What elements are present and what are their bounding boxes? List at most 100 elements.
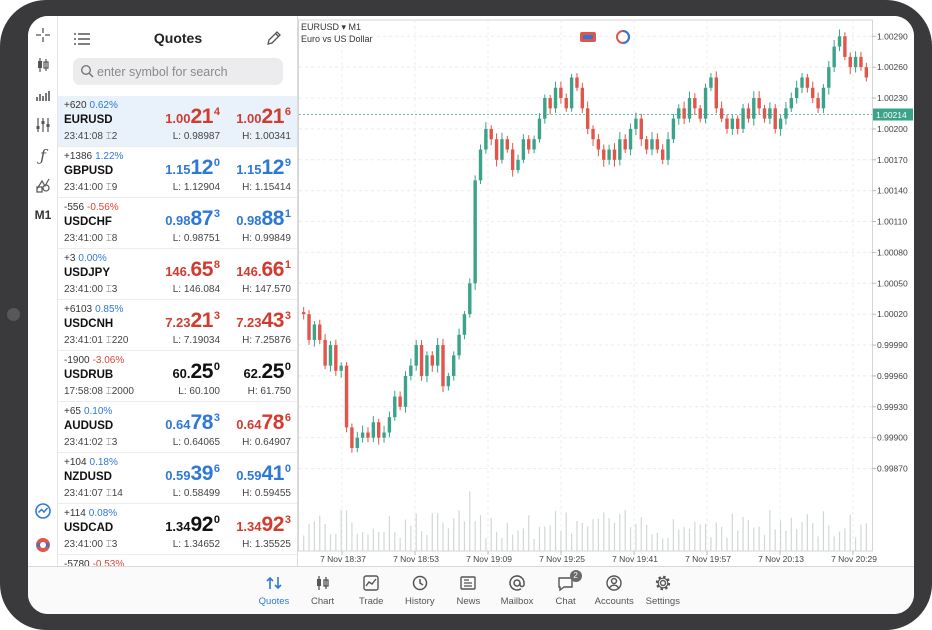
page-title: Quotes bbox=[153, 30, 203, 46]
indicators-icon[interactable] bbox=[31, 84, 55, 106]
candle-body bbox=[473, 180, 477, 284]
crosshair-icon[interactable] bbox=[31, 24, 55, 46]
low-price: L: 1.34652 bbox=[172, 539, 220, 550]
candle-body bbox=[623, 139, 627, 150]
spread-value: 220 bbox=[111, 335, 129, 346]
tab-mailbox[interactable]: Mailbox bbox=[493, 567, 541, 614]
candle-body bbox=[521, 139, 526, 160]
change-points: +620 0.62% bbox=[64, 100, 118, 111]
objects-icon[interactable] bbox=[31, 174, 55, 196]
bid-price[interactable]: 7.23213 bbox=[154, 309, 220, 333]
candle-body bbox=[628, 128, 633, 150]
tab-chat[interactable]: 2 Chat bbox=[542, 567, 590, 614]
ask-price[interactable]: 1.34923 bbox=[225, 513, 291, 537]
symbol-name: AUDUSD bbox=[64, 420, 114, 432]
pencil-icon[interactable] bbox=[266, 30, 282, 46]
symbol-name: USDJPY bbox=[64, 267, 111, 279]
ask-price[interactable]: 0.59410 bbox=[225, 462, 291, 486]
bid-price[interactable]: 146.658 bbox=[154, 258, 220, 282]
candle-body bbox=[435, 345, 440, 366]
ask-price[interactable]: 0.98881 bbox=[225, 207, 291, 231]
tab-history[interactable]: History bbox=[396, 567, 444, 614]
candle-body bbox=[409, 365, 413, 376]
function-icon[interactable]: ƒ bbox=[31, 144, 55, 166]
chart-symbol[interactable]: EURUSD ▾ M1 bbox=[301, 22, 361, 33]
bid-price[interactable]: 1.00214 bbox=[154, 105, 220, 129]
candle-body bbox=[468, 283, 472, 315]
candle-body bbox=[457, 334, 461, 356]
candle-body bbox=[527, 139, 531, 150]
candle-body bbox=[328, 345, 333, 366]
change-percent: -0.53% bbox=[92, 559, 125, 566]
candlestick-chart[interactable]: 1.00290 1.00260 1.00230 1.00200 1.00170 1.001… bbox=[298, 16, 914, 566]
candle-body bbox=[478, 149, 483, 181]
candle-body bbox=[789, 98, 794, 109]
candle-body bbox=[575, 77, 579, 88]
change-points: +6103 0.85% bbox=[64, 304, 124, 315]
bid-price[interactable]: 0.64783 bbox=[154, 411, 220, 435]
home-button[interactable] bbox=[7, 308, 20, 321]
candle-body bbox=[827, 67, 831, 88]
depth-of-market-icon[interactable] bbox=[616, 30, 632, 44]
quote-row[interactable]: +6103 0.85% USDCNH 23:41:01 ⌶220 7.23213 7.23… bbox=[58, 300, 297, 351]
bid-price[interactable]: 60.250 bbox=[154, 360, 220, 384]
quote-row[interactable]: -556 -0.56% USDCHF 23:41:00 ⌶8 0.98873 0.9888… bbox=[58, 198, 297, 249]
ask-price[interactable]: 7.23433 bbox=[225, 309, 291, 333]
bid-price[interactable]: 1.34920 bbox=[154, 513, 220, 537]
change-points: -1900 -3.06% bbox=[64, 355, 125, 366]
symbol-name: USDRUB bbox=[64, 369, 114, 381]
spread-value: 2000 bbox=[111, 386, 134, 397]
market-watch-icon[interactable] bbox=[31, 500, 55, 522]
quote-row[interactable]: -1900 -3.06% USDRUB 17:58:08 ⌶2000 60.250 62.… bbox=[58, 351, 297, 402]
x-tick-label: 7 Nov 19:25 bbox=[539, 554, 585, 564]
bid-price[interactable]: 0.59396 bbox=[154, 462, 220, 486]
y-tick-label: 0.99930 bbox=[877, 402, 908, 412]
symbol-name: USDCAD bbox=[64, 522, 114, 534]
candlestick-icon[interactable] bbox=[31, 54, 55, 76]
tab-settings[interactable]: Settings bbox=[639, 567, 687, 614]
quote-row[interactable]: +1386 1.22% GBPUSD 23:41:00 ⌶9 1.15120 1.1512… bbox=[58, 147, 297, 198]
x-tick-label: 7 Nov 19:09 bbox=[466, 554, 512, 564]
change-percent: 1.22% bbox=[95, 151, 124, 162]
tab-quotes[interactable]: Quotes bbox=[250, 567, 298, 614]
tablet-frame: ƒ M1 Quotes enter symbol for search +620… bbox=[0, 0, 932, 630]
quote-row[interactable]: +114 0.08% USDCAD 23:41:00 ⌶3 1.34920 1.34923… bbox=[58, 504, 297, 555]
candle-body bbox=[462, 314, 467, 335]
one-click-panel-icon[interactable] bbox=[580, 30, 596, 44]
chart-area[interactable]: 1.00290 1.00260 1.00230 1.00200 1.00170 1.001… bbox=[298, 16, 914, 566]
ask-price[interactable]: 0.64786 bbox=[225, 411, 291, 435]
bid-price[interactable]: 1.15120 bbox=[154, 156, 220, 180]
sliders-icon[interactable] bbox=[31, 114, 55, 136]
quote-time: 23:41:02 ⌶3 bbox=[64, 437, 118, 448]
bid-price[interactable]: 0.98873 bbox=[154, 207, 220, 231]
one-click-trading-icon[interactable] bbox=[31, 534, 55, 556]
quote-time: 23:41:00 ⌶3 bbox=[64, 284, 118, 295]
ask-price[interactable]: 1.00216 bbox=[225, 105, 291, 129]
quote-row[interactable]: +620 0.62% EURUSD 23:41:08 ⌶2 1.00214 1.00216… bbox=[58, 96, 297, 147]
low-price: L: 0.98751 bbox=[172, 233, 220, 244]
quote-row[interactable]: +3 0.00% USDJPY 23:41:00 ⌶3 146.658 146.661 L:… bbox=[58, 249, 297, 300]
tab-chart[interactable]: Chart bbox=[299, 567, 347, 614]
symbol-name: EURUSD bbox=[64, 114, 113, 126]
candle-body bbox=[666, 139, 670, 160]
tab-trade[interactable]: Trade bbox=[347, 567, 395, 614]
candle-body bbox=[821, 87, 826, 109]
low-price: L: 0.64065 bbox=[172, 437, 220, 448]
candle-body bbox=[484, 128, 488, 150]
candle-body bbox=[371, 422, 376, 438]
search-input[interactable] bbox=[97, 62, 277, 81]
quote-row[interactable]: -5780 -0.53% bbox=[58, 555, 297, 566]
candle-body bbox=[687, 98, 692, 119]
candle-body bbox=[548, 98, 552, 109]
bottom-tab-bar: Quotes Chart Trade History News Mailbox 2 Chat A… bbox=[28, 566, 914, 614]
candle-body bbox=[677, 108, 681, 119]
quote-row[interactable]: +65 0.10% AUDUSD 23:41:02 ⌶3 0.64783 0.64786 L… bbox=[58, 402, 297, 453]
search-box bbox=[73, 58, 283, 85]
quote-row[interactable]: +104 0.18% NZDUSD 23:41:07 ⌶14 0.59396 0.5941… bbox=[58, 453, 297, 504]
ask-price[interactable]: 1.15129 bbox=[225, 156, 291, 180]
ask-price[interactable]: 62.250 bbox=[225, 360, 291, 384]
timeframe-button[interactable]: M1 bbox=[31, 204, 55, 226]
tab-news[interactable]: News bbox=[444, 567, 492, 614]
ask-price[interactable]: 146.661 bbox=[225, 258, 291, 282]
tab-accounts[interactable]: Accounts bbox=[590, 567, 638, 614]
